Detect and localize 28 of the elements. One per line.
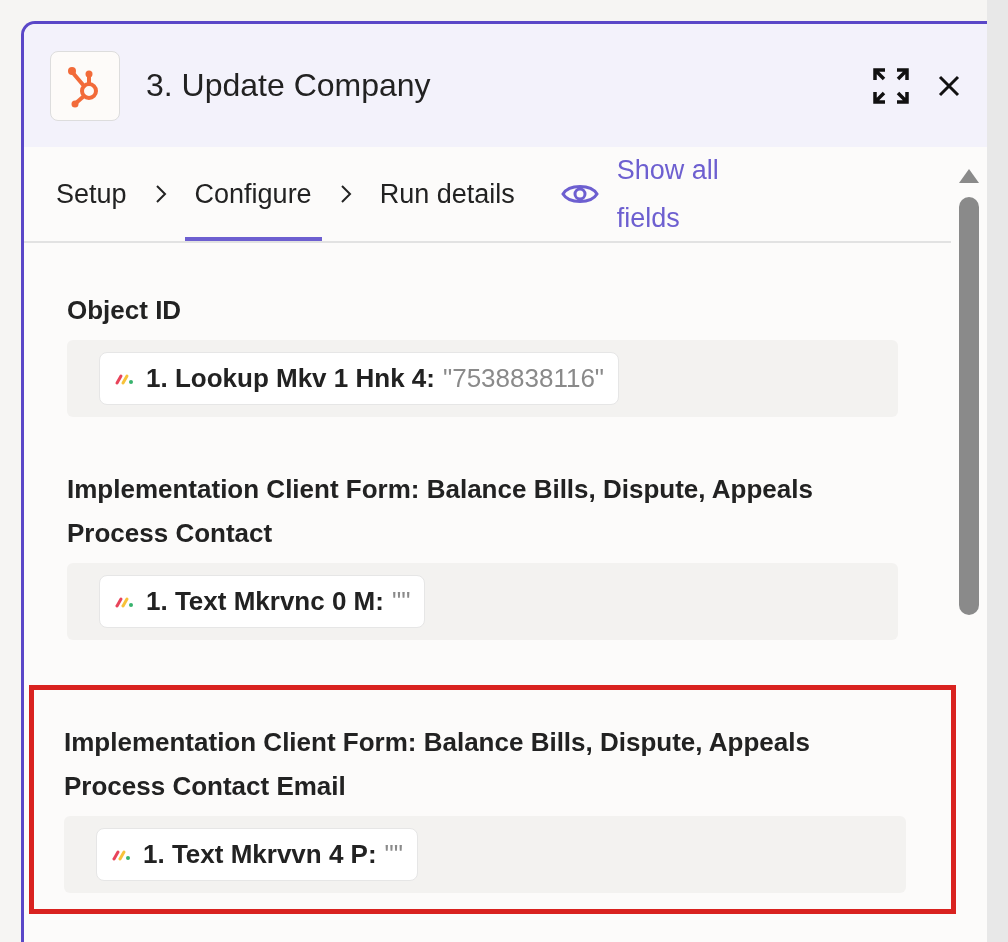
expand-icon[interactable] bbox=[871, 65, 911, 106]
input-field[interactable]: 1. Text Mkrvvn 4 P: "" bbox=[64, 816, 906, 893]
close-icon[interactable] bbox=[937, 73, 961, 98]
input-field[interactable]: 1. Text Mkrvnc 0 M: "" bbox=[67, 563, 898, 640]
chip-label: 1. Text Mkrvvn 4 P: bbox=[143, 839, 377, 870]
field-label: Implementation Client Form: Balance Bills, Dispute, Appeals Process Contact bbox=[67, 473, 814, 550]
mapped-value-chip[interactable]: 1. Text Mkrvnc 0 M: "" bbox=[99, 575, 426, 628]
chevron-right-icon bbox=[154, 184, 167, 204]
input-field[interactable]: 1. Lookup Mkv 1 Hnk 4: "7538838116" bbox=[67, 340, 898, 417]
field-label: Implementation Client Form: Balance Bills, Dispute, Appeals Process Contact Email bbox=[64, 726, 811, 803]
scrollbar-thumb[interactable] bbox=[959, 197, 979, 615]
mapped-value-chip[interactable]: 1. Lookup Mkv 1 Hnk 4: "7538838116" bbox=[99, 352, 620, 405]
step-tab[interactable]: Configure bbox=[184, 147, 322, 241]
chip-label: 1. Text Mkrvnc 0 M: bbox=[146, 586, 384, 617]
panel-title: 3. Update Company bbox=[146, 67, 432, 104]
app-logo-icon bbox=[50, 50, 120, 121]
chip-value: "" bbox=[384, 839, 404, 870]
mapped-value-chip[interactable]: 1. Text Mkrvvn 4 P: "" bbox=[96, 828, 419, 881]
show-all-fields-label: Show all fields bbox=[616, 154, 720, 235]
field-label: Object ID bbox=[67, 294, 183, 327]
chevron-right-icon bbox=[339, 184, 352, 204]
chip-value: "7538838116" bbox=[442, 363, 605, 394]
scroll-up-icon[interactable] bbox=[957, 167, 981, 185]
chip-label: 1. Lookup Mkv 1 Hnk 4: bbox=[146, 363, 435, 394]
step-tab[interactable]: Setup bbox=[46, 147, 137, 241]
step-tab[interactable]: Run details bbox=[369, 147, 525, 241]
chip-value: "" bbox=[391, 586, 411, 617]
show-all-fields-link[interactable]: Show all fields bbox=[560, 146, 757, 242]
